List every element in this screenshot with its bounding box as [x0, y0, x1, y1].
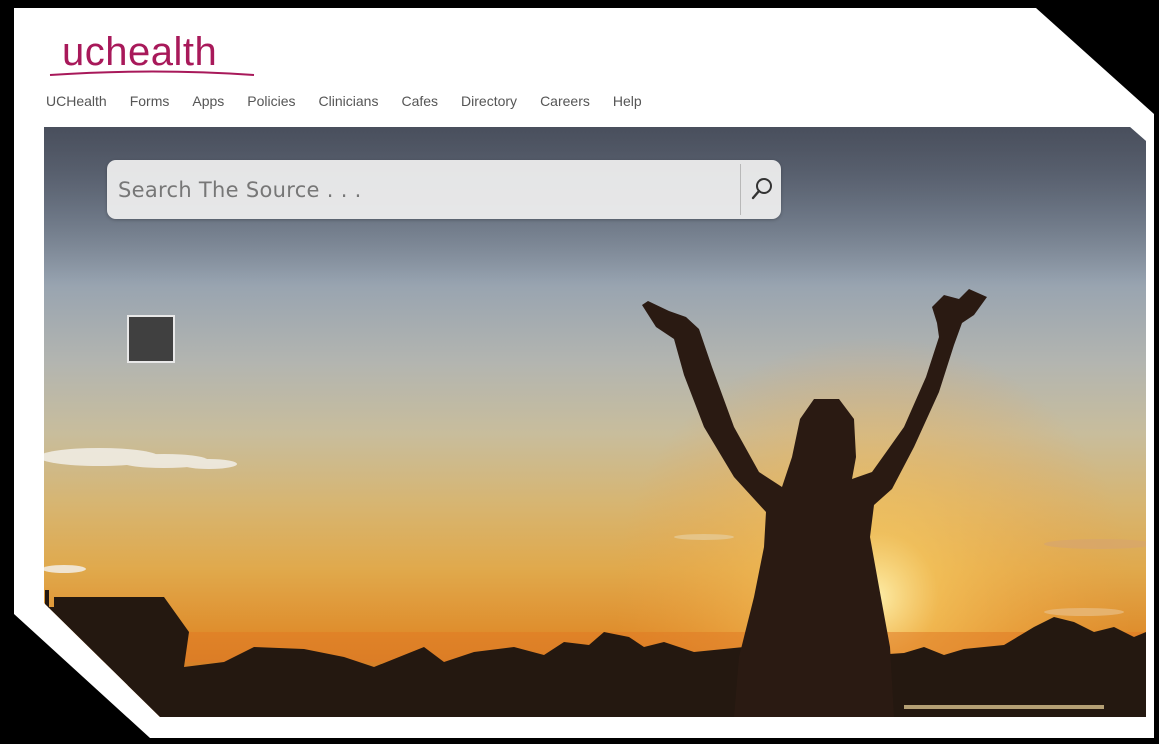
square-tile-widget[interactable]	[127, 315, 175, 363]
search-input[interactable]	[107, 160, 737, 219]
search-button[interactable]	[747, 174, 777, 204]
top-navigation: UCHealth Forms Apps Policies Clinicians …	[46, 91, 665, 111]
search-divider	[740, 164, 741, 215]
search-icon	[751, 178, 772, 200]
nav-item-cafes[interactable]: Cafes	[401, 91, 438, 111]
nav-item-apps[interactable]: Apps	[192, 91, 224, 111]
nav-item-policies[interactable]: Policies	[247, 91, 295, 111]
nav-item-clinicians[interactable]: Clinicians	[319, 91, 379, 111]
search-bar	[107, 160, 781, 219]
nav-item-uchealth[interactable]: UCHealth	[46, 91, 107, 111]
nav-item-directory[interactable]: Directory	[461, 91, 517, 111]
nav-item-help[interactable]: Help	[613, 91, 642, 111]
nav-item-forms[interactable]: Forms	[130, 91, 170, 111]
logo-swoosh	[49, 70, 255, 76]
uchealth-logo[interactable]: uchealth	[48, 30, 258, 80]
nav-item-careers[interactable]: Careers	[540, 91, 590, 111]
